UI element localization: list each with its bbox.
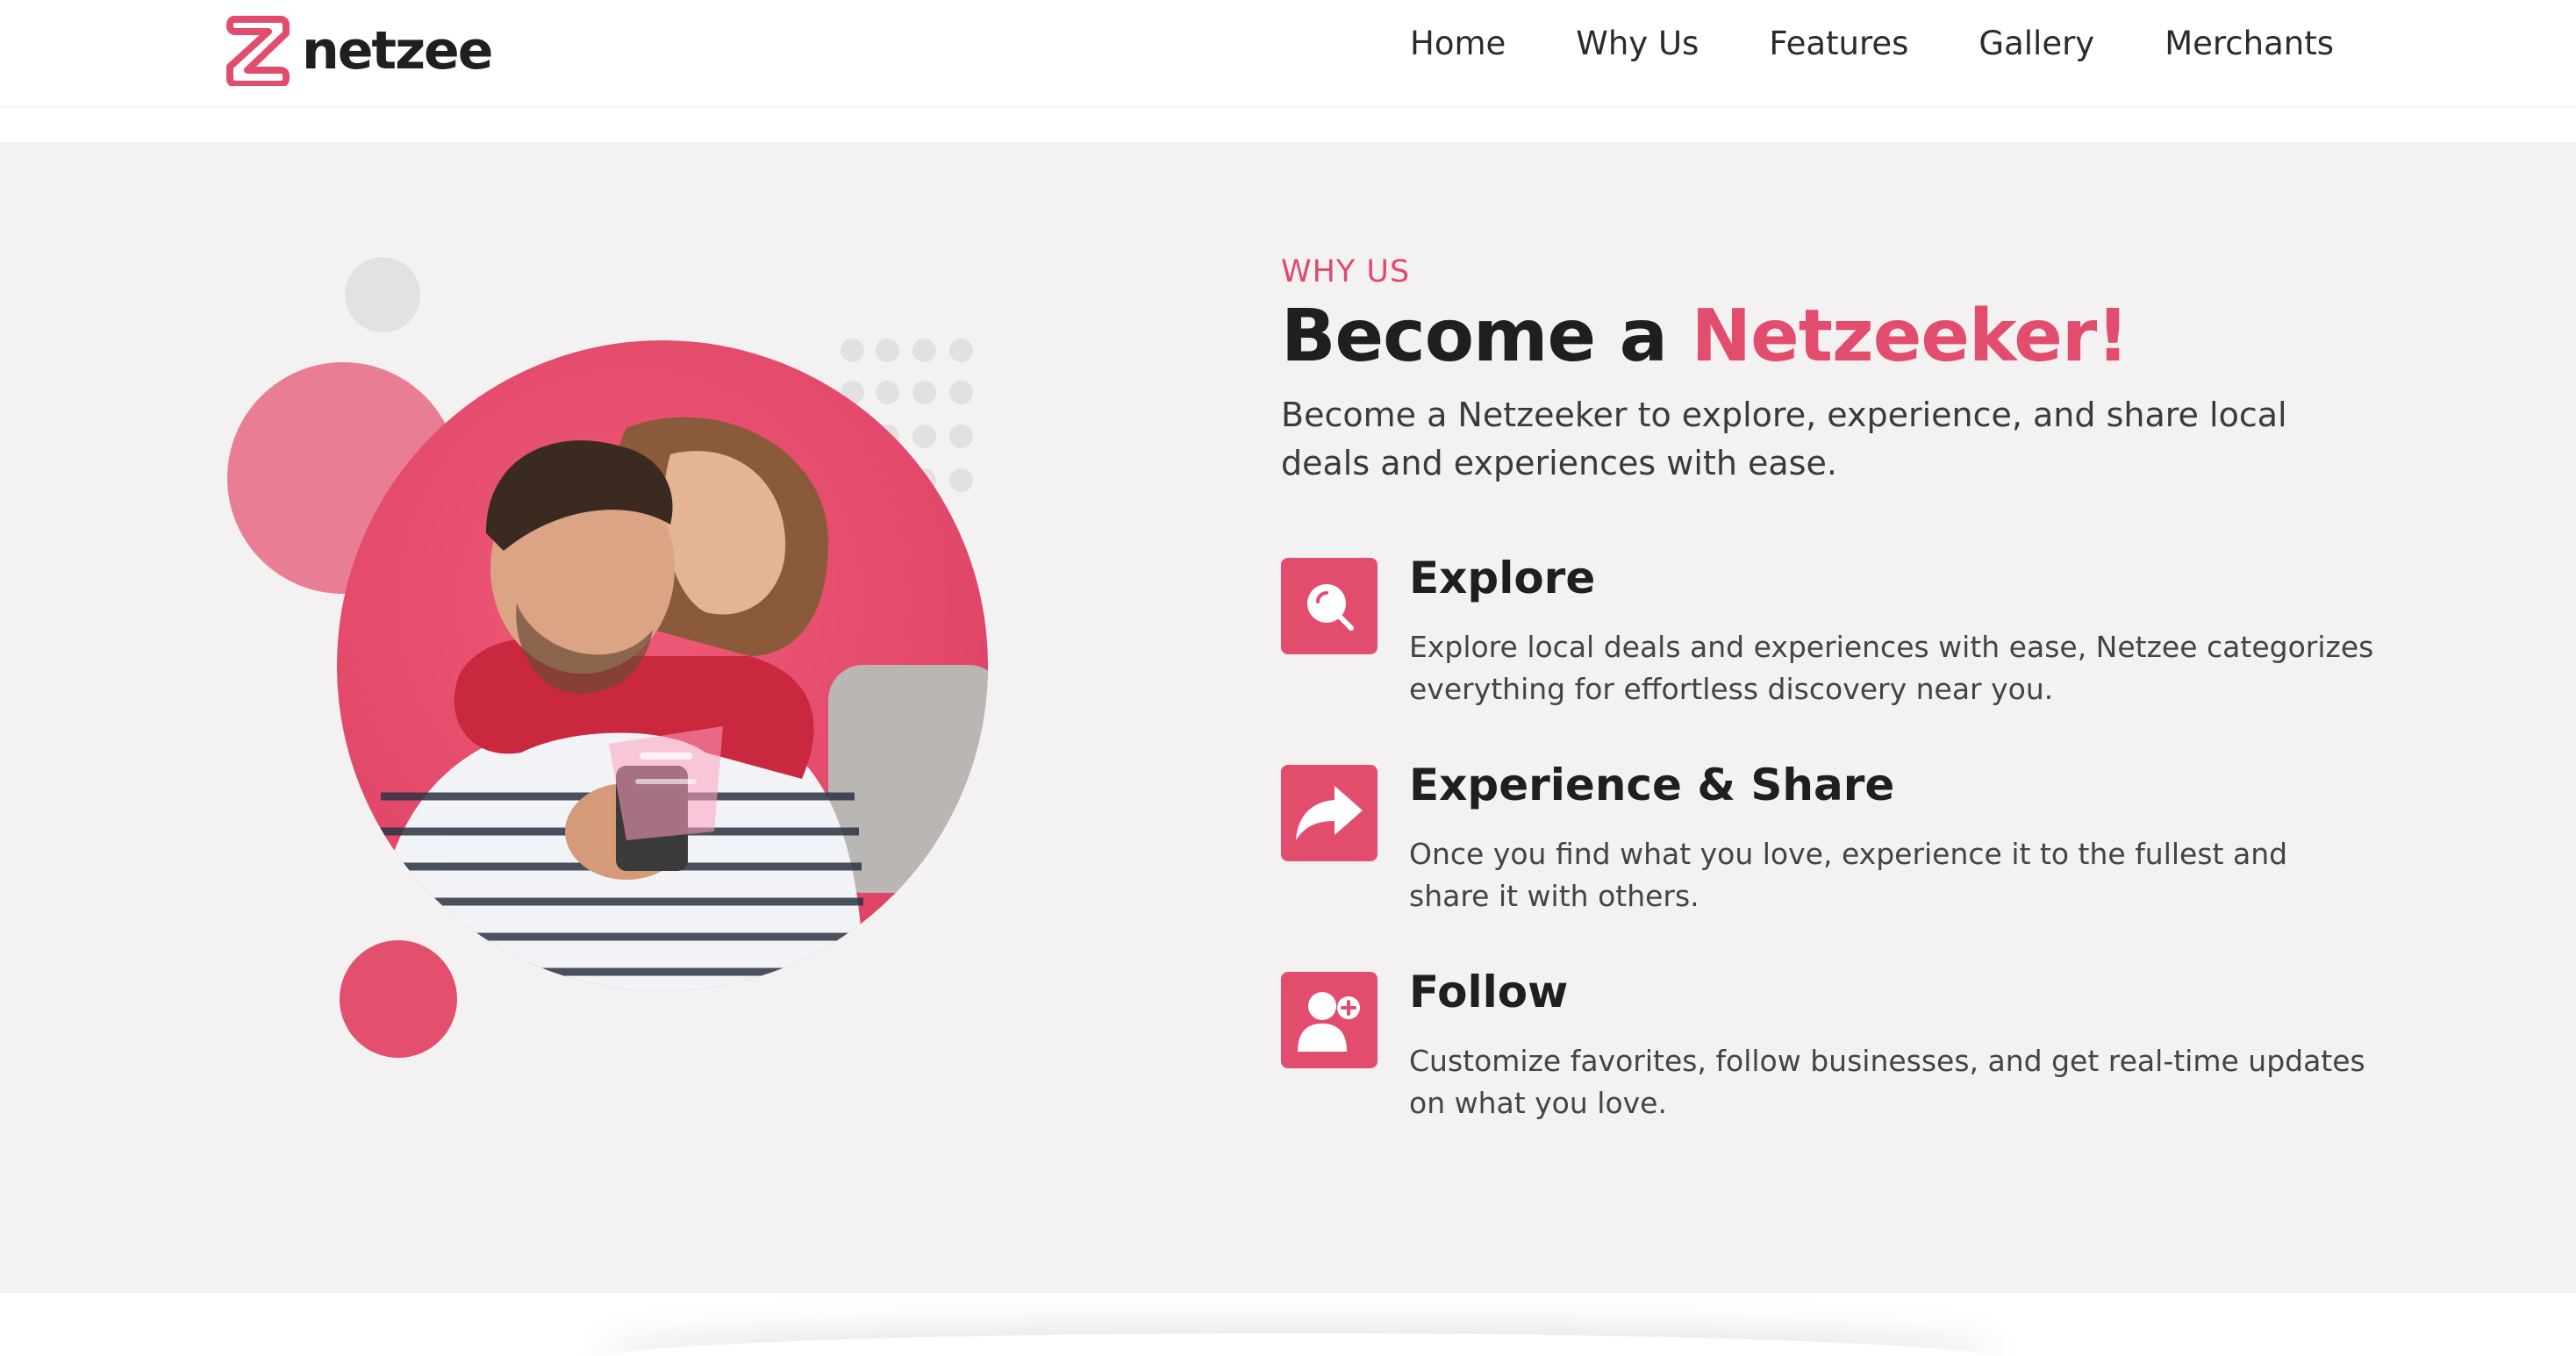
share-arrow-icon [1281,765,1377,861]
section-intro: Become a Netzeeker to explore, experienc… [1281,396,2287,482]
netzee-logo-icon [226,16,290,86]
main-nav: Home Why Us Features Gallery Merchants [1410,23,2334,65]
feature-description: Once you find what you love, experience … [1409,837,2288,913]
user-plus-icon [1281,972,1377,1068]
next-section-card-edge [597,1333,2000,1356]
nav-why-us[interactable]: Why Us [1576,23,1699,65]
decorative-gray-circle [345,257,420,332]
decorative-pink-dot [340,940,457,1058]
feature-title: Experience & Share [1409,760,1895,810]
brand-name: netzee [302,20,493,82]
nav-features[interactable]: Features [1769,23,1908,65]
site-header: netzee Home Why Us Features Gallery Merc… [0,0,2576,105]
nav-gallery[interactable]: Gallery [1979,23,2094,65]
feature-description: Customize favorites, follow businesses, … [1409,1044,2365,1120]
section-headline: Become a Netzeeker! [1281,295,2129,378]
headline-accent: Netzeeker! [1691,295,2129,378]
section-eyebrow: WHY US [1281,254,1411,289]
feature-description: Explore local deals and experiences with… [1409,630,2374,706]
couple-illustration [372,417,988,991]
headline-prefix: Become a [1281,295,1692,378]
nav-merchants[interactable]: Merchants [2165,23,2334,65]
hero-photo-couple [337,340,988,991]
feature-title: Explore [1409,553,1596,603]
search-icon [1281,558,1377,654]
nav-home[interactable]: Home [1410,23,1506,65]
brand-logo[interactable]: netzee [226,16,493,86]
feature-title: Follow [1409,967,1569,1017]
